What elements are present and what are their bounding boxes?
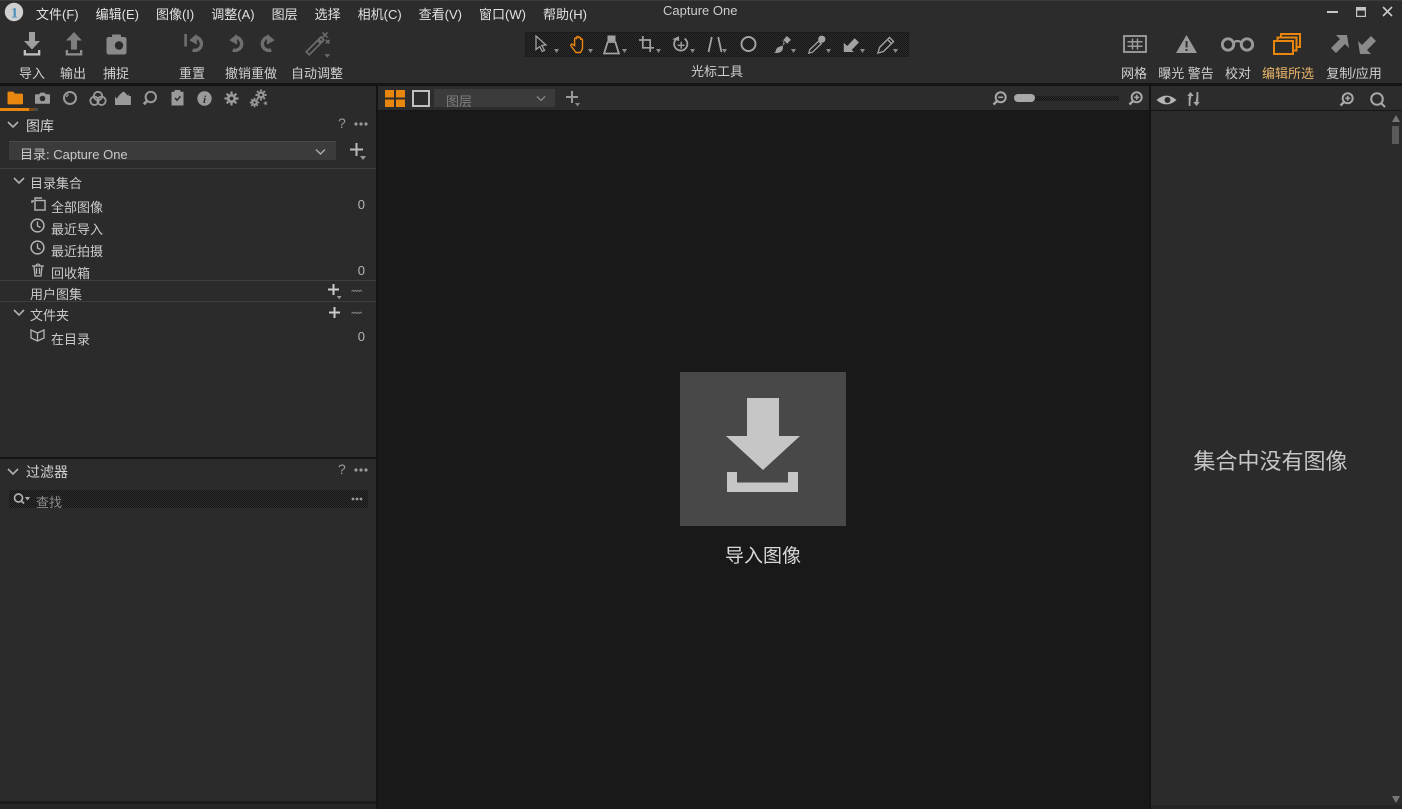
svg-text:1: 1 <box>11 6 19 22</box>
